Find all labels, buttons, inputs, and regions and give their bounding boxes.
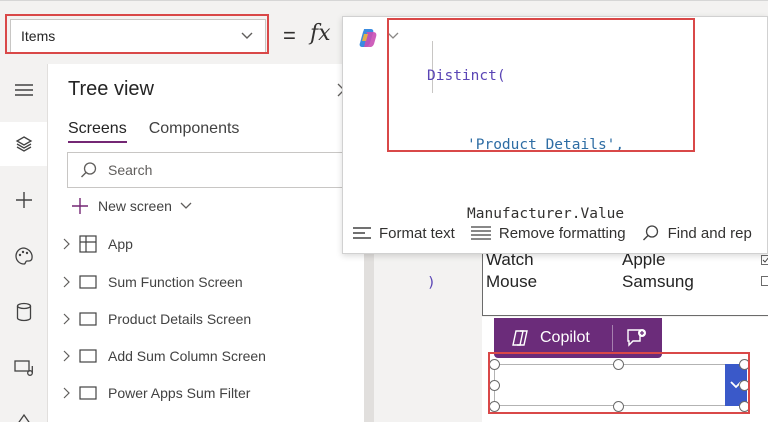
- media-nav-button[interactable]: [0, 346, 47, 390]
- tree-item-add-sum-column-screen[interactable]: Add Sum Column Screen: [48, 338, 364, 374]
- find-replace-label: Find and rep: [667, 224, 752, 242]
- tree-item-sum-function-screen[interactable]: Sum Function Screen: [48, 264, 364, 300]
- search-icon: [81, 162, 97, 178]
- property-highlight: [5, 14, 269, 54]
- tab-screens[interactable]: Screens: [68, 120, 127, 143]
- hamburger-menu-button[interactable]: [0, 68, 47, 112]
- left-rail: [0, 64, 48, 422]
- remove-formatting-icon: [470, 226, 491, 240]
- tree-view-tabs: Screens Components: [68, 120, 239, 143]
- fx-icon: fx: [310, 21, 331, 46]
- remove-formatting-label: Remove formatting: [498, 224, 626, 242]
- panel-splitter[interactable]: [364, 254, 374, 422]
- remove-formatting-button[interactable]: Remove formatting: [470, 224, 626, 242]
- tree-item-label: Sum Function Screen: [108, 274, 243, 290]
- tree-view-title: Tree view: [68, 78, 154, 100]
- layers-icon: [15, 136, 32, 152]
- new-screen-label: New screen: [98, 198, 172, 214]
- plus-icon: [15, 192, 32, 208]
- variables-nav-button[interactable]: [0, 398, 47, 422]
- tree-item-label: App: [108, 236, 133, 252]
- tree-item-app[interactable]: App: [48, 226, 364, 262]
- tree-item-label: Power Apps Sum Filter: [108, 385, 251, 401]
- insert-nav-button[interactable]: [0, 178, 47, 222]
- screen-icon: [79, 275, 97, 289]
- checkmark-icon: [762, 257, 768, 263]
- gallery-checkbox[interactable]: [761, 276, 768, 286]
- screen-icon: [79, 386, 97, 400]
- search-placeholder: Search: [108, 162, 153, 178]
- format-text-button[interactable]: Format text: [353, 225, 455, 242]
- chevron-right-icon: [63, 387, 70, 399]
- media-icon: [13, 360, 33, 376]
- find-replace-icon: [642, 225, 658, 241]
- tree-search-input[interactable]: Search: [67, 152, 369, 188]
- database-icon: [16, 302, 31, 322]
- tree-view-nav-button[interactable]: [0, 122, 47, 166]
- code-line-4: ): [427, 275, 436, 291]
- gallery-cell-manufacturer: Samsung: [622, 272, 694, 291]
- chat-add-icon: [627, 329, 646, 347]
- palette-icon: [14, 247, 33, 265]
- tree-view-panel: Tree view Screens Components Search New …: [48, 64, 369, 422]
- power-apps-studio: Items = fx Tree view Screens Components …: [0, 0, 768, 422]
- gallery-checkbox-checked[interactable]: [761, 255, 768, 265]
- chevron-right-icon: [63, 238, 70, 250]
- theme-nav-button[interactable]: [0, 234, 47, 278]
- tree-item-label: Add Sum Column Screen: [108, 348, 266, 364]
- format-text-label: Format text: [379, 224, 455, 242]
- app-icon: [79, 235, 97, 253]
- plus-icon: [72, 198, 88, 214]
- formula-highlight: [387, 18, 695, 152]
- new-screen-button[interactable]: New screen: [70, 196, 192, 216]
- menu-icon: [14, 84, 33, 96]
- chevron-right-icon: [63, 350, 70, 362]
- dropdown-highlight: [488, 352, 750, 414]
- chevron-down-icon: [180, 202, 192, 209]
- find-replace-button[interactable]: Find and rep: [642, 224, 752, 242]
- tree-item-power-apps-sum-filter[interactable]: Power Apps Sum Filter: [48, 375, 364, 411]
- tab-components[interactable]: Components: [149, 120, 240, 143]
- screen-icon: [79, 312, 97, 326]
- equals-sign: =: [283, 23, 296, 48]
- formula-toolbar: Format text Remove formatting Find and r…: [343, 217, 768, 249]
- tree-item-label: Product Details Screen: [108, 311, 252, 327]
- tree-item-product-details-screen[interactable]: Product Details Screen: [48, 301, 364, 337]
- chevron-right-icon: [63, 313, 70, 325]
- chevron-right-icon: [63, 276, 70, 288]
- screen-icon: [79, 349, 97, 363]
- data-nav-button[interactable]: [0, 290, 47, 334]
- format-text-icon: [353, 227, 371, 239]
- variables-icon: [17, 413, 30, 422]
- copilot-logo-icon: [359, 29, 377, 47]
